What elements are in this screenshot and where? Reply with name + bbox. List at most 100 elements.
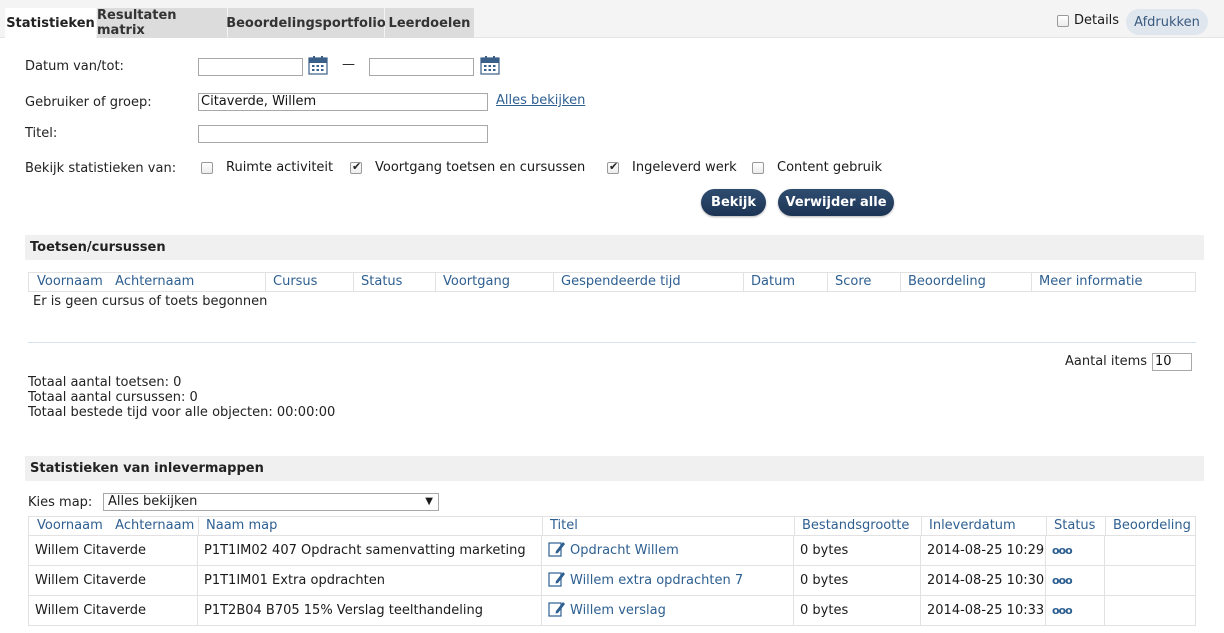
col-beoordeling[interactable]: Beoordeling bbox=[1105, 517, 1195, 535]
cell-title: Opdracht Willem bbox=[541, 536, 793, 565]
table-row: Willem Citaverde P1T2B04 B705 15% Versla… bbox=[28, 596, 1196, 626]
tests-section-header: Toetsen/cursussen bbox=[25, 235, 1204, 260]
cell-grade bbox=[1104, 596, 1196, 625]
edit-icon[interactable] bbox=[548, 540, 566, 557]
status-dots-icon[interactable]: ooo bbox=[1052, 604, 1073, 617]
col-beoordeling[interactable]: Beoordeling bbox=[900, 273, 1031, 291]
stats-label: Bekijk statistieken van: bbox=[25, 161, 177, 176]
col-achternaam[interactable]: Achternaam bbox=[115, 518, 194, 533]
calendar-to-icon[interactable] bbox=[480, 55, 500, 75]
folders-table-header: Voornaam Achternaam Naam map Titel Besta… bbox=[28, 516, 1196, 536]
cell-folder: P1T2B04 B705 15% Verslag teelthandeling bbox=[197, 596, 541, 625]
cell-name: Willem Citaverde bbox=[35, 573, 147, 588]
tests-table-header: Voornaam Achternaam Cursus Status Voortg… bbox=[28, 272, 1196, 292]
cell-date: 2014-08-25 10:33 bbox=[920, 596, 1045, 625]
date-to-input[interactable] bbox=[369, 58, 474, 76]
option-checkbox[interactable] bbox=[752, 161, 764, 174]
user-label: Gebruiker of groep: bbox=[25, 95, 152, 110]
cell-title: Willem verslag bbox=[541, 596, 793, 625]
cell-size: 0 bytes bbox=[793, 596, 920, 625]
cell-grade bbox=[1104, 536, 1196, 565]
option-content-gebruik[interactable]: Content gebruik bbox=[752, 160, 882, 175]
option-checkbox[interactable] bbox=[350, 160, 362, 174]
tab-bar: Statistieken Resultaten matrix Beoordeli… bbox=[0, 0, 1224, 39]
option-checkbox[interactable] bbox=[201, 161, 213, 174]
total-time: Totaal bestede tijd voor alle objecten: … bbox=[28, 405, 336, 420]
col-naam-map[interactable]: Naam map bbox=[198, 517, 542, 535]
cell-folder: P1T1IM01 Extra opdrachten bbox=[197, 566, 541, 595]
table-row: Willem Citaverde P1T1IM02 407 Opdracht s… bbox=[28, 536, 1196, 566]
status-dots-icon[interactable]: ooo bbox=[1052, 574, 1073, 587]
col-achternaam[interactable]: Achternaam bbox=[115, 274, 194, 289]
col-bestandsgrootte[interactable]: Bestandsgrootte bbox=[794, 517, 921, 535]
tab-statistieken[interactable]: Statistieken bbox=[5, 8, 96, 39]
items-label: Aantal items bbox=[1065, 354, 1148, 369]
option-label: Voortgang toetsen en cursussen bbox=[375, 160, 586, 175]
col-voornaam[interactable]: Voornaam bbox=[37, 518, 103, 533]
date-label: Datum van/tot: bbox=[25, 59, 124, 74]
cell-status[interactable]: ooo bbox=[1045, 536, 1104, 565]
cell-status[interactable]: ooo bbox=[1045, 566, 1104, 595]
cell-size: 0 bytes bbox=[793, 536, 920, 565]
col-voornaam-achternaam[interactable]: Voornaam Achternaam bbox=[30, 517, 198, 535]
view-all-link[interactable]: Alles bekijken bbox=[496, 93, 585, 108]
cell-folder: P1T1IM02 407 Opdracht samenvatting marke… bbox=[197, 536, 541, 565]
cell-date: 2014-08-25 10:30 bbox=[920, 566, 1045, 595]
calendar-from-icon[interactable] bbox=[308, 55, 328, 75]
cell-name: Willem Citaverde bbox=[35, 603, 147, 618]
total-courses: Totaal aantal cursussen: 0 bbox=[28, 390, 198, 405]
option-label: Ruimte activiteit bbox=[226, 160, 334, 175]
col-gespendeerde-tijd[interactable]: Gespendeerde tijd bbox=[553, 273, 743, 291]
tab-beoordelingsportfolio[interactable]: Beoordelingsportfolio bbox=[226, 8, 386, 38]
view-button[interactable]: Bekijk bbox=[701, 189, 766, 216]
col-status[interactable]: Status bbox=[1046, 517, 1105, 535]
col-inleverdatum[interactable]: Inleverdatum bbox=[921, 517, 1046, 535]
option-ruimte-activiteit[interactable]: Ruimte activiteit bbox=[201, 160, 333, 175]
col-status[interactable]: Status bbox=[353, 273, 435, 291]
option-voortgang[interactable]: Voortgang toetsen en cursussen bbox=[350, 160, 585, 175]
table-row: Willem Citaverde P1T1IM01 Extra opdracht… bbox=[28, 566, 1196, 596]
date-from-input[interactable] bbox=[198, 58, 303, 76]
col-score[interactable]: Score bbox=[827, 273, 900, 291]
folders-section-header: Statistieken van inlevermappen bbox=[25, 456, 1204, 481]
title-input[interactable] bbox=[198, 125, 488, 143]
title-link[interactable]: Opdracht Willem bbox=[570, 543, 679, 558]
title-link[interactable]: Willem verslag bbox=[570, 603, 666, 618]
option-checkbox[interactable] bbox=[607, 160, 619, 174]
cell-title: Willem extra opdrachten 7 bbox=[541, 566, 793, 595]
print-button[interactable]: Afdrukken bbox=[1126, 9, 1208, 35]
cell-date: 2014-08-25 10:29 bbox=[920, 536, 1045, 565]
col-voortgang[interactable]: Voortgang bbox=[435, 273, 553, 291]
divider bbox=[28, 342, 1196, 343]
choose-folder-label: Kies map: bbox=[28, 495, 93, 510]
option-ingeleverd-werk[interactable]: Ingeleverd werk bbox=[607, 160, 737, 175]
remove-all-button[interactable]: Verwijder alle bbox=[778, 189, 894, 216]
col-titel[interactable]: Titel bbox=[542, 517, 794, 535]
col-datum[interactable]: Datum bbox=[743, 273, 827, 291]
cell-grade bbox=[1104, 566, 1196, 595]
title-link[interactable]: Willem extra opdrachten 7 bbox=[570, 573, 743, 588]
choose-folder-select[interactable]: Alles bekijken ▼ bbox=[103, 493, 439, 511]
details-label: Details bbox=[1074, 13, 1120, 28]
total-tests: Totaal aantal toetsen: 0 bbox=[28, 375, 182, 390]
details-toggle[interactable]: Details bbox=[1057, 13, 1119, 28]
status-dots-icon[interactable]: ooo bbox=[1052, 544, 1073, 557]
col-meer-informatie[interactable]: Meer informatie bbox=[1031, 273, 1195, 291]
details-checkbox[interactable] bbox=[1057, 14, 1069, 27]
cell-name: Willem Citaverde bbox=[35, 543, 147, 558]
tab-resultaten-matrix[interactable]: Resultaten matrix bbox=[97, 8, 227, 38]
items-input[interactable]: 10 bbox=[1152, 353, 1192, 371]
dropdown-arrow-icon: ▼ bbox=[425, 496, 433, 507]
edit-icon[interactable] bbox=[548, 570, 566, 587]
col-voornaam[interactable]: Voornaam bbox=[37, 274, 103, 289]
col-voornaam-achternaam[interactable]: Voornaam Achternaam bbox=[30, 273, 265, 291]
option-label: Content gebruik bbox=[777, 160, 883, 175]
title-label: Titel: bbox=[25, 126, 58, 141]
tab-leerdoelen[interactable]: Leerdoelen bbox=[385, 8, 474, 38]
col-cursus[interactable]: Cursus bbox=[265, 273, 353, 291]
cell-status[interactable]: ooo bbox=[1045, 596, 1104, 625]
user-input[interactable]: Citaverde, Willem bbox=[198, 93, 488, 111]
edit-icon[interactable] bbox=[548, 600, 566, 617]
option-label: Ingeleverd werk bbox=[632, 160, 737, 175]
cell-size: 0 bytes bbox=[793, 566, 920, 595]
